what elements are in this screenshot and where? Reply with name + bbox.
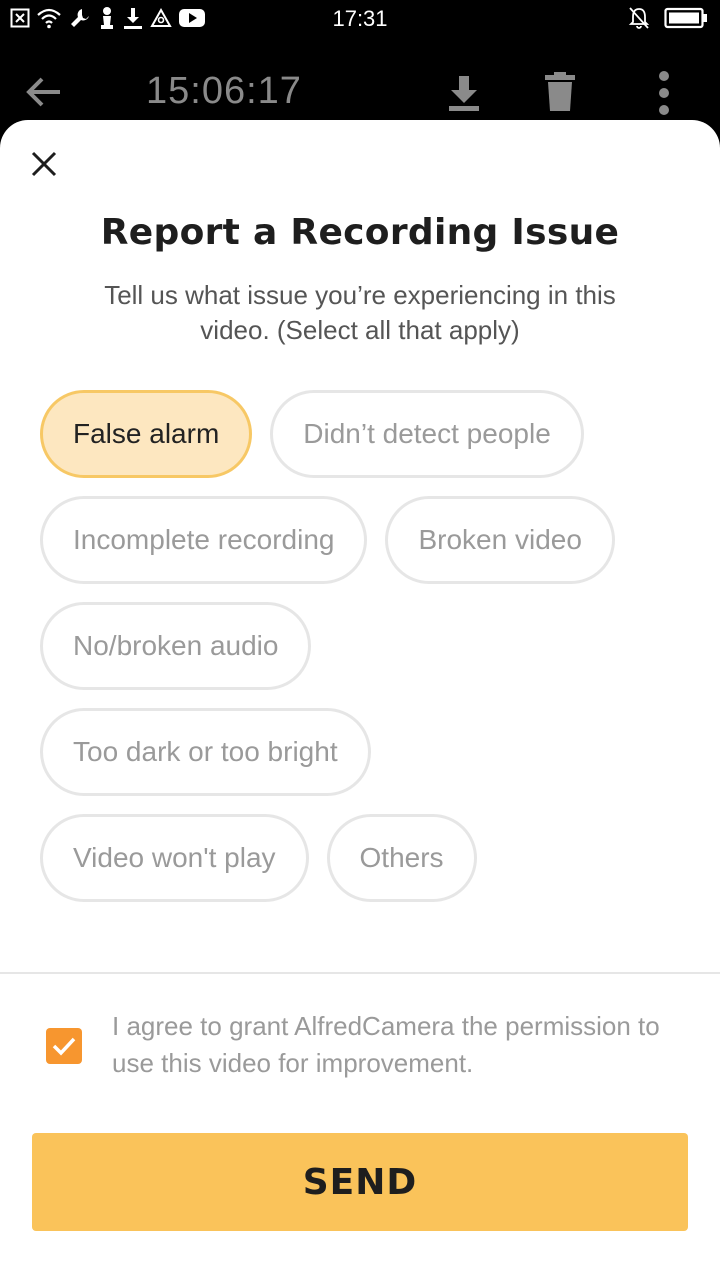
status-time: 17:31 bbox=[332, 6, 388, 31]
status-icons-right bbox=[628, 6, 708, 30]
chip-row: False alarm Didn’t detect people bbox=[40, 390, 680, 478]
chip-incomplete-recording[interactable]: Incomplete recording bbox=[40, 496, 368, 584]
more-vertical-icon bbox=[659, 71, 669, 115]
close-icon bbox=[31, 151, 57, 177]
chip-video-wont-play[interactable]: Video won't play bbox=[40, 814, 309, 902]
checkmark-icon bbox=[52, 1037, 76, 1056]
delete-button[interactable] bbox=[544, 72, 576, 117]
recording-time-title: 15:06:17 bbox=[146, 70, 302, 112]
back-arrow-icon bbox=[26, 77, 60, 107]
send-button[interactable]: SEND bbox=[32, 1133, 688, 1231]
sheet-title: Report a Recording Issue bbox=[100, 212, 620, 253]
chip-too-dark-or-bright[interactable]: Too dark or too bright bbox=[40, 708, 371, 796]
chip-row: Video won't play Others bbox=[40, 814, 680, 902]
back-button[interactable] bbox=[24, 74, 64, 115]
chip-row: No/broken audio bbox=[40, 602, 680, 690]
chip-no-broken-audio[interactable]: No/broken audio bbox=[40, 602, 312, 690]
battery-icon bbox=[664, 7, 707, 29]
report-issue-sheet: Report a Recording Issue Tell us what is… bbox=[0, 120, 720, 1280]
bell-off-icon bbox=[628, 7, 650, 29]
chip-didnt-detect-people[interactable]: Didn’t detect people bbox=[270, 390, 584, 478]
download-button[interactable] bbox=[446, 74, 482, 117]
sheet-subtitle: Tell us what issue you’re experiencing i… bbox=[104, 280, 616, 345]
issue-chip-group: False alarm Didn’t detect people Incompl… bbox=[40, 390, 680, 920]
chip-others[interactable]: Others bbox=[326, 814, 477, 902]
consent-text: I agree to grant AlfredCamera the permis… bbox=[112, 1011, 660, 1078]
chip-broken-video[interactable]: Broken video bbox=[385, 496, 615, 584]
chip-row: Too dark or too bright bbox=[40, 708, 680, 796]
chip-row: Incomplete recording Broken video bbox=[40, 496, 680, 584]
close-button[interactable] bbox=[24, 144, 64, 184]
consent-checkbox[interactable] bbox=[46, 1028, 82, 1064]
status-bar: 17:31 bbox=[0, 0, 720, 38]
more-options-button[interactable] bbox=[654, 70, 674, 121]
chip-false-alarm[interactable]: False alarm bbox=[40, 390, 253, 478]
trash-icon bbox=[545, 72, 575, 111]
divider bbox=[0, 972, 720, 974]
download-icon bbox=[449, 76, 479, 111]
